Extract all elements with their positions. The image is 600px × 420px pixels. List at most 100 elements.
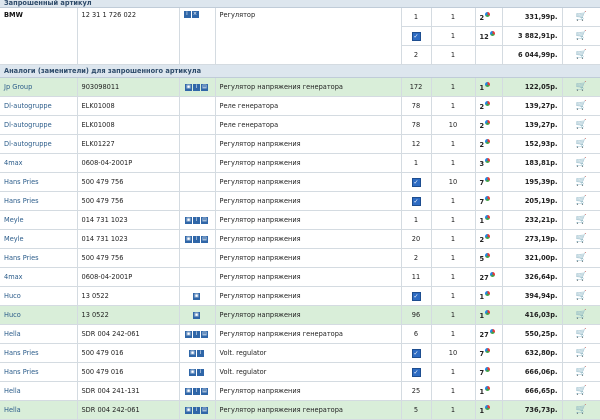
article-cell: ELK01008 <box>77 96 180 116</box>
photo-icon[interactable]: ▣ <box>193 292 200 300</box>
brand-link[interactable]: Dl-autogruppe <box>0 96 78 116</box>
info-icon[interactable]: i <box>193 406 200 414</box>
photo-icon[interactable]: ▣ <box>185 387 192 395</box>
add-to-cart-icon[interactable]: 🛒 <box>576 234 587 244</box>
brand-link[interactable]: Hans Pries <box>0 191 78 211</box>
brand-link[interactable]: Hans Pries <box>0 343 78 363</box>
add-to-cart-icon[interactable]: 🛒 <box>576 12 587 22</box>
brand-link[interactable]: Meyle <box>0 229 78 249</box>
brand-link[interactable]: Dl-autogruppe <box>0 134 78 154</box>
analog-row: 4max 0608-04-2001P Регулятор напряжения 11 1… <box>0 267 600 287</box>
add-to-cart-icon[interactable]: 🛒 <box>576 348 587 358</box>
delivery-days: 1 <box>475 77 503 97</box>
delivery-days: 7 <box>475 191 503 211</box>
min-order-cell: 1 <box>431 248 476 268</box>
add-to-cart-icon[interactable]: 🛒 <box>576 31 587 41</box>
add-to-cart-icon[interactable]: 🛒 <box>576 329 587 339</box>
delivery-days-value: 2 <box>479 14 485 23</box>
analogs-section-header: Аналоги (заменители) для запрошенного ар… <box>0 64 600 78</box>
brand-link[interactable]: Meyle <box>0 210 78 230</box>
brand-link[interactable]: Huco <box>0 305 78 325</box>
stock-checkbox[interactable]: ✓ <box>411 348 421 358</box>
add-to-cart-icon[interactable]: 🛒 <box>576 386 587 396</box>
delivery-days-value: 7 <box>479 350 485 359</box>
photo-icon[interactable]: ▣ <box>185 235 192 243</box>
description-cell: Volt. regulator <box>215 362 402 382</box>
brand-link[interactable]: Huco <box>0 286 78 306</box>
brand-link[interactable]: Hella <box>0 381 78 401</box>
add-to-cart-icon[interactable]: 🛒 <box>576 120 587 130</box>
info-icon[interactable]: i <box>193 330 200 338</box>
description-cell: Регулятор напряжения <box>215 153 402 173</box>
add-to-cart-icon[interactable]: 🛒 <box>576 139 587 149</box>
brand-link[interactable]: Hella <box>0 400 78 420</box>
price-cell: 3 882,91р. <box>502 26 563 46</box>
delivery-days: 1 <box>475 286 503 306</box>
photo-icon[interactable]: ▣ <box>189 368 196 376</box>
brand-link[interactable]: Hans Pries <box>0 362 78 382</box>
qty-cell: 1 <box>401 153 432 173</box>
brand-link[interactable]: Hans Pries <box>0 248 78 268</box>
close-icon[interactable]: × <box>191 10 199 18</box>
icons-cell <box>179 267 216 287</box>
add-to-cart-icon[interactable]: 🛒 <box>576 177 587 187</box>
qty-cell: 11 <box>401 267 432 287</box>
add-to-cart-icon[interactable]: 🛒 <box>576 215 587 225</box>
cart-cell: 🛒 <box>562 7 600 27</box>
stock-checkbox[interactable]: ✓ <box>411 196 421 206</box>
stock-checkbox[interactable]: ✓ <box>411 31 421 41</box>
info-icon[interactable]: i <box>197 368 204 376</box>
stock-checkbox[interactable]: ✓ <box>411 367 421 377</box>
article-cell: 500 479 756 <box>77 248 180 268</box>
add-to-cart-icon[interactable]: 🛒 <box>576 272 587 282</box>
info-icons: ▣ i <box>189 368 205 376</box>
doc-icon[interactable]: ▤ <box>201 330 208 338</box>
brand-link[interactable]: Dl-autogruppe <box>0 115 78 135</box>
min-order-cell: 1 <box>431 96 476 116</box>
add-to-cart-icon[interactable]: 🛒 <box>576 310 587 320</box>
qty-cell: ✓ <box>401 343 432 363</box>
info-icon[interactable]: i <box>193 83 200 91</box>
stock-checkbox[interactable]: ✓ <box>411 291 421 301</box>
brand-link[interactable]: Hans Pries <box>0 172 78 192</box>
add-to-cart-icon[interactable]: 🛒 <box>576 158 587 168</box>
info-icon[interactable]: i <box>193 216 200 224</box>
icons-cell: i × <box>179 7 216 65</box>
info-icon[interactable]: i <box>193 387 200 395</box>
add-to-cart-icon[interactable]: 🛒 <box>576 50 587 60</box>
info-icon[interactable]: i <box>183 10 191 18</box>
brand-link[interactable]: Jp Group <box>0 77 78 97</box>
cart-cell: 🛒 <box>562 229 600 249</box>
article-cell: 0608-04-2001P <box>77 267 180 287</box>
photo-icon[interactable]: ▣ <box>189 349 196 357</box>
info-icon[interactable]: i <box>193 235 200 243</box>
add-to-cart-icon[interactable]: 🛒 <box>576 253 587 263</box>
doc-icon[interactable]: ▤ <box>201 406 208 414</box>
article-cell: 500 479 016 <box>77 362 180 382</box>
doc-icon[interactable]: ▤ <box>201 387 208 395</box>
stock-checkbox[interactable]: ✓ <box>411 177 421 187</box>
brand-link[interactable]: 4max <box>0 153 78 173</box>
add-to-cart-icon[interactable]: 🛒 <box>576 82 587 92</box>
doc-icon[interactable]: ▤ <box>201 235 208 243</box>
add-to-cart-icon[interactable]: 🛒 <box>576 367 587 377</box>
description-cell: Регулятор <box>215 7 402 65</box>
brand-link[interactable]: 4max <box>0 267 78 287</box>
add-to-cart-icon[interactable]: 🛒 <box>576 291 587 301</box>
add-to-cart-icon[interactable]: 🛒 <box>576 405 587 415</box>
photo-icon[interactable]: ▣ <box>185 83 192 91</box>
info-icon[interactable]: i <box>197 349 204 357</box>
doc-icon[interactable]: ▤ <box>201 216 208 224</box>
delivery-days: 5 <box>475 248 503 268</box>
photo-icon[interactable]: ▣ <box>185 330 192 338</box>
brand-link[interactable]: Hella <box>0 324 78 344</box>
cart-cell: 🛒 <box>562 191 600 211</box>
doc-icon[interactable]: ▤ <box>201 83 208 91</box>
min-order-cell: 1 <box>431 26 476 46</box>
photo-icon[interactable]: ▣ <box>185 406 192 414</box>
delivery-days: 2 <box>475 229 503 249</box>
add-to-cart-icon[interactable]: 🛒 <box>576 101 587 111</box>
add-to-cart-icon[interactable]: 🛒 <box>576 196 587 206</box>
photo-icon[interactable]: ▣ <box>193 311 200 319</box>
photo-icon[interactable]: ▣ <box>185 216 192 224</box>
